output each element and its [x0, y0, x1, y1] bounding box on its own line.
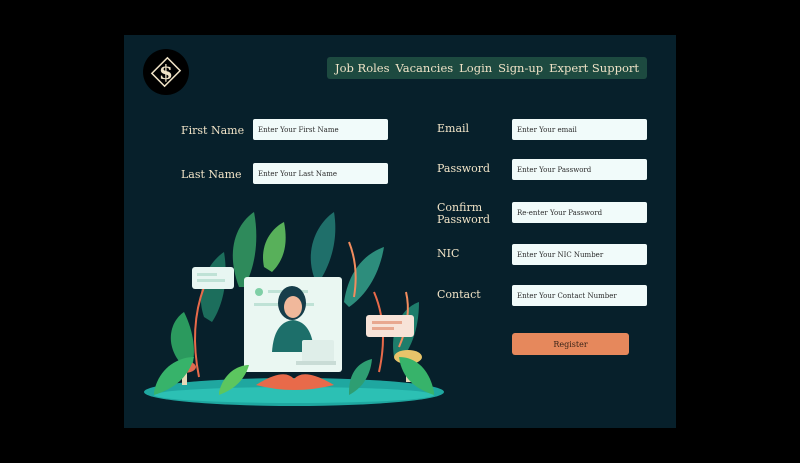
nic-input[interactable] [512, 244, 647, 265]
nav-sign-up[interactable]: Sign-up [498, 61, 543, 75]
last-name-input[interactable] [253, 163, 388, 184]
logo[interactable]: $ [143, 49, 189, 95]
signup-panel: $ Job Roles Vacancies Login Sign-up Expe… [124, 35, 676, 428]
confirm-password-label-line2: Password [437, 213, 491, 226]
dollar-emblem-icon: $ [150, 56, 182, 88]
first-name-input[interactable] [253, 119, 388, 140]
confirm-password-label: Confirm Password [437, 202, 490, 226]
woman-with-laptop-illustration [144, 212, 444, 406]
email-label: Email [437, 122, 470, 135]
password-label: Password [437, 162, 491, 175]
email-input[interactable] [512, 119, 647, 140]
first-name-label: First Name [181, 124, 245, 137]
svg-text:$: $ [159, 60, 173, 84]
confirm-password-input[interactable] [512, 202, 647, 223]
contact-input[interactable] [512, 285, 647, 306]
last-name-label: Last Name [181, 168, 242, 181]
top-navigation: Job Roles Vacancies Login Sign-up Expert… [327, 57, 647, 79]
nav-job-roles[interactable]: Job Roles [335, 61, 390, 75]
nav-vacancies[interactable]: Vacancies [396, 61, 454, 75]
nav-expert-support[interactable]: Expert Support [549, 61, 639, 75]
nav-login[interactable]: Login [459, 61, 492, 75]
register-button[interactable]: Register [512, 333, 629, 355]
password-input[interactable] [512, 159, 647, 180]
